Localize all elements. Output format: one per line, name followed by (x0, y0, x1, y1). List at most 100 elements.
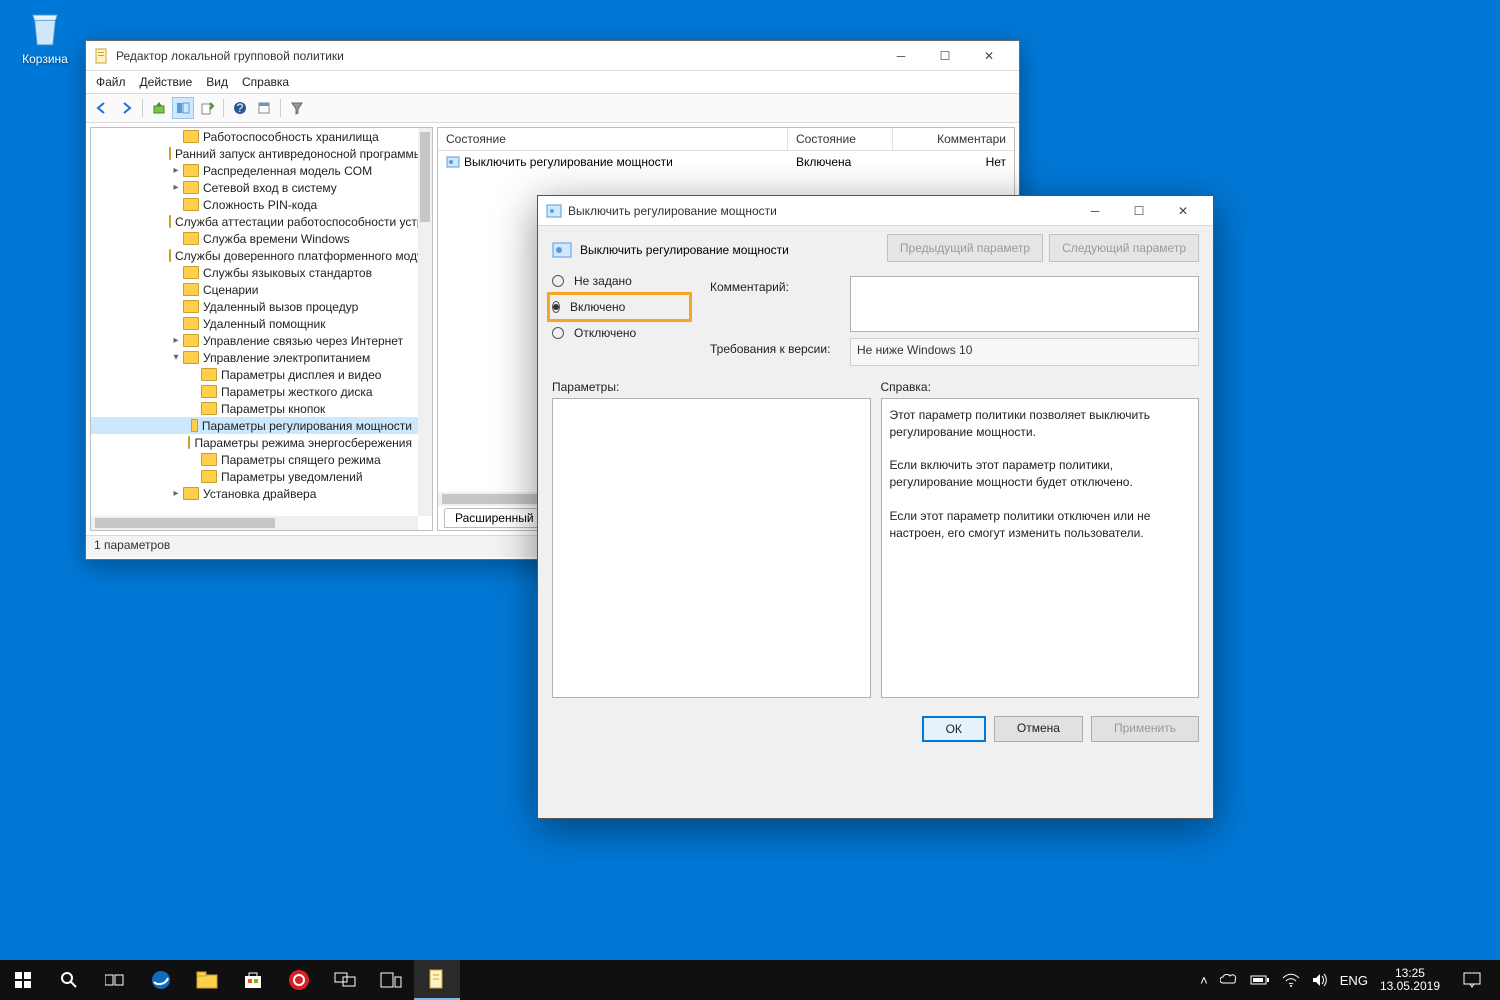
folder-icon (169, 147, 171, 160)
taskbar-gpedit[interactable] (414, 960, 460, 1000)
next-setting-button[interactable]: Следующий параметр (1049, 234, 1199, 262)
tray-lang[interactable]: ENG (1340, 973, 1368, 988)
help-button[interactable]: ? (229, 97, 251, 119)
tree-item-label: Параметры кнопок (221, 402, 325, 416)
minimize-button[interactable]: ─ (879, 41, 923, 71)
tree-item-label: Параметры регулирования мощности (202, 419, 412, 433)
radio-not-configured[interactable]: Не задано (552, 270, 692, 292)
tree-item[interactable]: Работоспособность хранилища (91, 128, 418, 145)
menu-action[interactable]: Действие (140, 75, 193, 89)
up-button[interactable] (148, 97, 170, 119)
back-button[interactable] (91, 97, 113, 119)
tray-clock[interactable]: 13:25 13.05.2019 (1380, 967, 1440, 993)
gpedit-titlebar[interactable]: Редактор локальной групповой политики ─ … (86, 41, 1019, 71)
col-state[interactable]: Состояние (438, 128, 788, 150)
tree-item-label: Сетевой вход в систему (203, 181, 337, 195)
tree-item[interactable]: Удаленный помощник (91, 315, 418, 332)
maximize-button[interactable]: ☐ (923, 41, 967, 71)
tray-onedrive-icon[interactable] (1220, 974, 1238, 986)
expand-toggle[interactable]: ▸ (169, 165, 183, 176)
action-center-button[interactable] (1452, 960, 1492, 1000)
export-button[interactable] (196, 97, 218, 119)
filter-button[interactable] (286, 97, 308, 119)
expand-toggle[interactable]: ▸ (169, 488, 183, 499)
tree-item[interactable]: Ранний запуск антивредоносной программы (91, 145, 418, 162)
menu-file[interactable]: Файл (96, 75, 126, 89)
ok-button[interactable]: ОК (922, 716, 986, 742)
help-label: Справка: (881, 380, 1200, 394)
tree-item[interactable]: ▸Установка драйвера (91, 485, 418, 502)
tree-vertical-scrollbar[interactable] (418, 128, 432, 516)
tray-chevron-up-icon[interactable]: ˄ (1200, 973, 1208, 988)
start-button[interactable] (0, 960, 46, 1000)
list-item[interactable]: Выключить регулирование мощности Включен… (438, 151, 1014, 173)
tree-item[interactable]: Сценарии (91, 281, 418, 298)
tree-item[interactable]: Параметры дисплея и видео (91, 366, 418, 383)
close-button[interactable]: ✕ (967, 41, 1011, 71)
properties-button[interactable] (253, 97, 275, 119)
forward-button[interactable] (115, 97, 137, 119)
recycle-bin[interactable]: Корзина (10, 8, 80, 66)
tree-item[interactable]: ▸ Сетевой вход в систему (91, 179, 418, 196)
taskbar-store[interactable] (230, 960, 276, 1000)
dialog-title: Выключить регулирование мощности (568, 204, 1073, 218)
dialog-titlebar[interactable]: Выключить регулирование мощности ─ ☐ ✕ (538, 196, 1213, 226)
radio-disabled[interactable]: Отключено (552, 322, 692, 344)
taskbar-devices[interactable] (368, 960, 414, 1000)
taskbar-edge[interactable] (138, 960, 184, 1000)
menu-help[interactable]: Справка (242, 75, 289, 89)
policy-icon (546, 203, 562, 219)
tree-item[interactable]: ▸ Распределенная модель COM (91, 162, 418, 179)
folder-icon (191, 419, 197, 432)
list-item-state: Включена (788, 153, 893, 171)
task-view-buttonii[interactable] (92, 960, 138, 1000)
dialog-close-button[interactable]: ✕ (1161, 196, 1205, 226)
dialog-maximize-button[interactable]: ☐ (1117, 196, 1161, 226)
taskbar-screens[interactable] (322, 960, 368, 1000)
tray-volume-icon[interactable] (1312, 973, 1328, 987)
tree-item-label: Удаленный помощник (203, 317, 326, 331)
tree-item[interactable]: Служба аттестации работоспособности устр (91, 213, 418, 230)
tree-item-label: Распределенная модель COM (203, 164, 372, 178)
tree-item[interactable]: ▾Управление электропитанием (91, 349, 418, 366)
radio-enabled[interactable]: Включено (552, 296, 617, 318)
tree-item[interactable]: Службы языковых стандартов (91, 264, 418, 281)
prev-setting-button[interactable]: Предыдущий параметр (887, 234, 1043, 262)
tree-horizontal-scrollbar[interactable] (91, 516, 418, 530)
tree-item[interactable]: Параметры спящего режима (91, 451, 418, 468)
tree-item[interactable]: Параметры регулирования мощности (91, 417, 418, 434)
gpedit-title: Редактор локальной групповой политики (116, 49, 879, 63)
cancel-button[interactable]: Отмена (994, 716, 1083, 742)
tree-item[interactable]: Служба времени Windows (91, 230, 418, 247)
apply-button[interactable]: Применить (1091, 716, 1199, 742)
dialog-minimize-button[interactable]: ─ (1073, 196, 1117, 226)
tree-item[interactable]: Параметры жесткого диска (91, 383, 418, 400)
tree-item[interactable]: ▸Управление связью через Интернет (91, 332, 418, 349)
col-comment[interactable]: Комментари (893, 128, 1014, 150)
tree-item[interactable]: Удаленный вызов процедур (91, 298, 418, 315)
tray-wifi-icon[interactable] (1282, 973, 1300, 987)
folder-icon (183, 283, 199, 296)
menu-view[interactable]: Вид (206, 75, 228, 89)
tab-extended[interactable]: Расширенный (444, 508, 545, 528)
policy-icon (446, 155, 460, 169)
col-state2[interactable]: Состояние (788, 128, 893, 150)
tree-item[interactable]: Параметры режима энергосбережения (91, 434, 418, 451)
taskbar-adobe[interactable] (276, 960, 322, 1000)
expand-toggle[interactable]: ▾ (169, 352, 183, 363)
params-box[interactable] (552, 398, 871, 698)
menubar: Файл Действие Вид Справка (86, 71, 1019, 94)
tree-item[interactable]: Параметры кнопок (91, 400, 418, 417)
search-button[interactable] (46, 960, 92, 1000)
taskbar-explorer[interactable] (184, 960, 230, 1000)
expand-toggle[interactable]: ▸ (169, 182, 183, 193)
tree-item[interactable]: Сложность PIN-кода (91, 196, 418, 213)
expand-toggle[interactable]: ▸ (169, 335, 183, 346)
show-hide-tree-button[interactable] (172, 97, 194, 119)
folder-icon (183, 130, 199, 143)
tray-battery-icon[interactable] (1250, 974, 1270, 986)
dialog-heading: Выключить регулирование мощности (580, 243, 789, 257)
tree-item[interactable]: Службы доверенного платформенного моду (91, 247, 418, 264)
tree-item[interactable]: Параметры уведомлений (91, 468, 418, 485)
comment-textarea[interactable] (850, 276, 1199, 332)
